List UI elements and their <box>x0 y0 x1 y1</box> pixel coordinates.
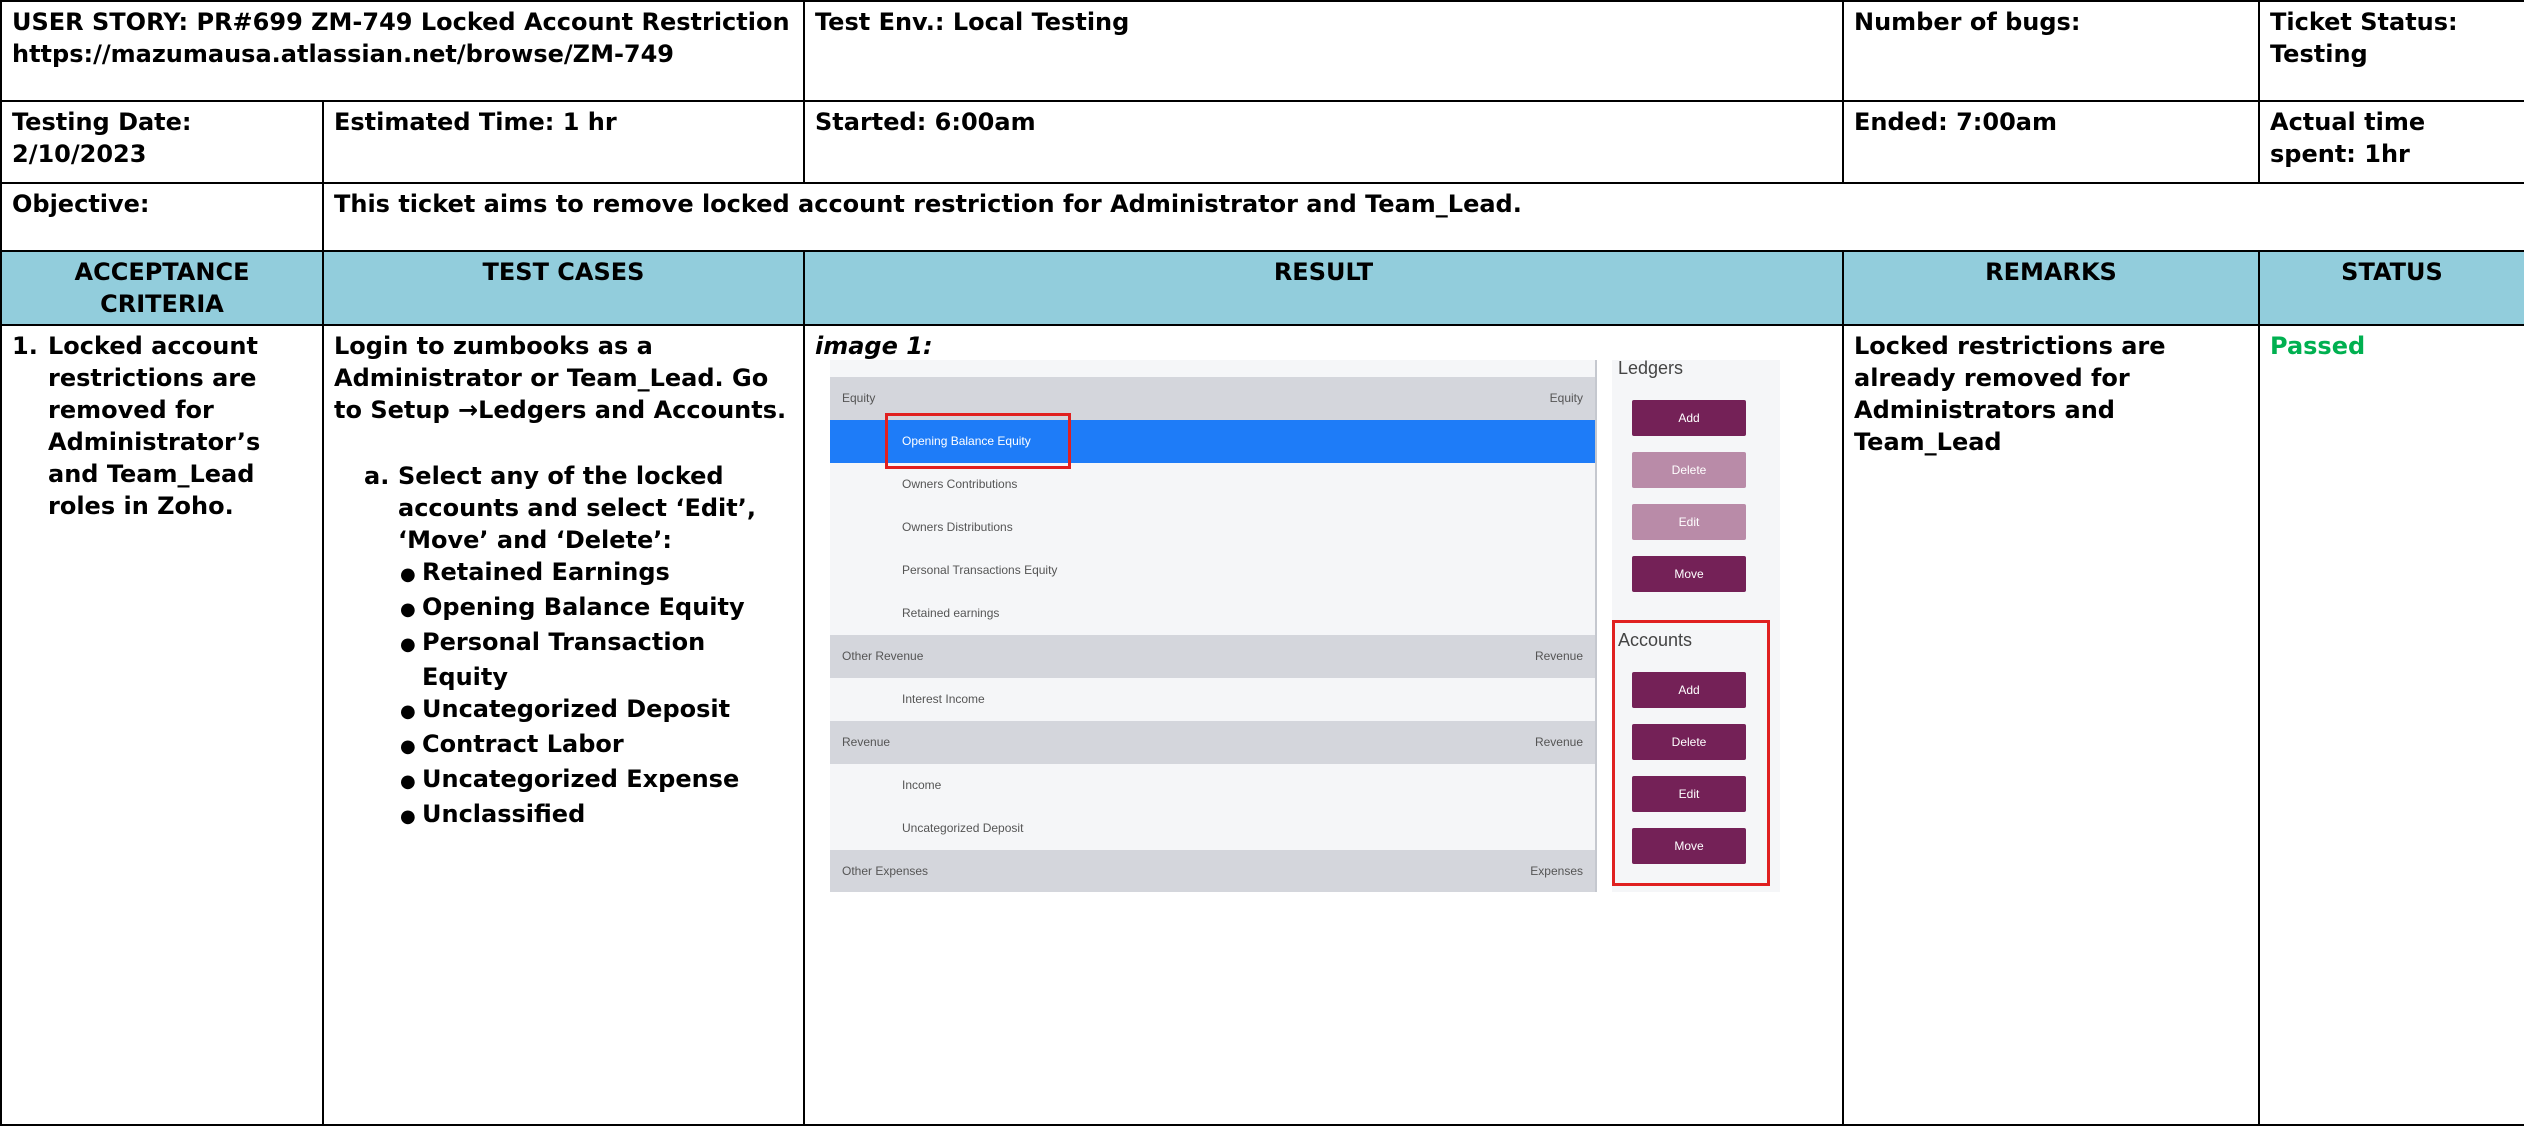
group-row-other-expenses[interactable]: Other Expenses Expenses <box>830 850 1595 892</box>
ledgers-title: Ledgers <box>1618 360 1684 378</box>
ledgers-edit-button[interactable]: Edit <box>1632 504 1746 540</box>
highlight-box-selected-account <box>885 413 1071 469</box>
sub-step-letter: a. <box>364 462 390 490</box>
user-story-cell: USER STORY: PR#699 ZM-749 Locked Account… <box>0 0 805 102</box>
test-intro: Login to zumbooks as a Administrator or … <box>334 332 787 424</box>
list-item: Uncategorized Expense <box>422 763 793 798</box>
column-header-result: RESULT <box>803 250 1844 326</box>
account-row[interactable]: Uncategorized Deposit <box>830 807 1595 850</box>
ledgers-move-button[interactable]: Move <box>1632 556 1746 592</box>
status-badge: Passed <box>2258 324 2524 1126</box>
column-header-status: STATUS <box>2258 250 2524 326</box>
actions-panel: Ledgers Add Delete Edit Move Accounts Ad… <box>1612 360 1780 892</box>
test-cases-cell: Login to zumbooks as a Administrator or … <box>322 324 805 1126</box>
column-header-test-cases: TEST CASES <box>322 250 805 326</box>
testing-date: Testing Date: 2/10/2023 <box>0 100 324 184</box>
test-env: Test Env.: Local Testing <box>803 0 1844 102</box>
group-row-revenue[interactable]: Revenue Revenue <box>830 721 1595 764</box>
objective-text: This ticket aims to remove locked accoun… <box>322 182 2524 252</box>
number-of-bugs: Number of bugs: <box>1842 0 2260 102</box>
ledger-accounts-list: Equity Equity Opening Balance Equity Owne… <box>830 360 1597 892</box>
ended-time: Ended: 7:00am <box>1842 100 2260 184</box>
account-row[interactable]: Retained earnings <box>830 592 1595 635</box>
actual-time-spent: Actual time spent: 1hr <box>2258 100 2524 184</box>
user-story-url[interactable]: https://mazumausa.atlassian.net/browse/Z… <box>12 40 674 68</box>
list-item: Opening Balance Equity <box>422 591 793 626</box>
acceptance-criteria-cell: 1. Locked account restrictions are remove… <box>0 324 324 1126</box>
user-story-title: ZM-749 Locked Account Restriction <box>302 8 790 36</box>
ledgers-add-button[interactable]: Add <box>1632 400 1746 436</box>
column-header-acceptance: ACCEPTANCE CRITERIA <box>0 250 324 326</box>
list-item: Retained Earnings <box>422 556 793 591</box>
account-row[interactable]: Owners Distributions <box>830 506 1595 549</box>
list-item: Personal Transaction Equity <box>422 626 793 693</box>
list-item: Contract Labor <box>422 728 793 763</box>
list-item: Uncategorized Deposit <box>422 693 793 728</box>
account-row[interactable]: Income <box>830 764 1595 807</box>
highlight-box-accounts <box>1612 620 1770 886</box>
group-row-other-revenue[interactable]: Other Revenue Revenue <box>830 635 1595 678</box>
account-row[interactable]: Personal Transactions Equity <box>830 549 1595 592</box>
account-row[interactable]: Owners Contributions <box>830 463 1595 506</box>
ticket-status: Ticket Status: Testing <box>2258 0 2524 102</box>
started-time: Started: 6:00am <box>803 100 1844 184</box>
locked-accounts-list: Retained Earnings Opening Balance Equity… <box>334 556 793 833</box>
ledgers-delete-button[interactable]: Delete <box>1632 452 1746 488</box>
objective-label: Objective: <box>0 182 324 252</box>
sub-step-text: Select any of the locked accounts and se… <box>398 462 756 554</box>
criteria-text: Locked account restrictions are removed … <box>48 332 261 520</box>
column-header-remarks: REMARKS <box>1842 250 2260 326</box>
result-screenshot: Equity Equity Opening Balance Equity Owne… <box>822 360 1780 892</box>
remarks-cell: Locked restrictions are already removed … <box>1842 324 2260 1126</box>
estimated-time: Estimated Time: 1 hr <box>322 100 805 184</box>
image-label: image 1: <box>815 332 933 360</box>
account-row[interactable]: Interest Income <box>830 678 1595 721</box>
list-item: Unclassified <box>422 798 793 833</box>
user-story-label: USER STORY: <box>12 8 197 36</box>
criteria-number: 1. <box>12 332 38 360</box>
user-story-id: PR#699 <box>196 8 303 36</box>
